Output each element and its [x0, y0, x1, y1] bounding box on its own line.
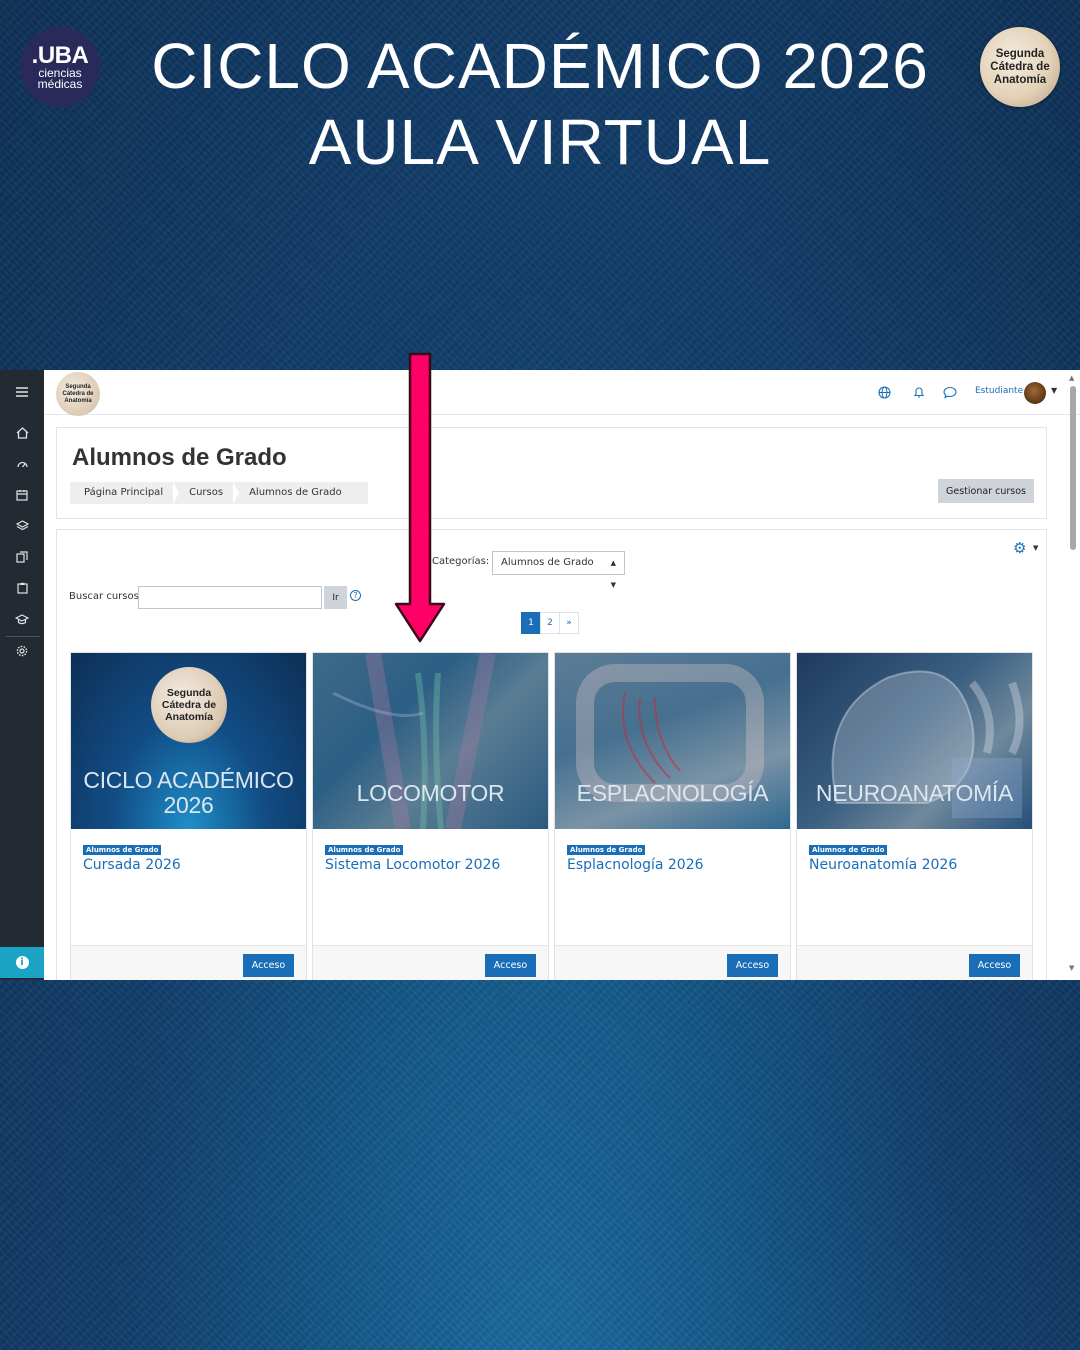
uba-logo-text: .UBA [31, 42, 89, 69]
catedra-badge-line3: Anatomía [993, 73, 1047, 86]
course-image-title: CICLO ACADÉMICO [83, 767, 294, 793]
breadcrumb-courses[interactable]: Cursos [173, 482, 235, 504]
pagination: 1 2 » [521, 612, 579, 634]
category-badge: Alumnos de Grado [83, 845, 162, 855]
select-arrows-icon: ▲ ▼ [610, 559, 616, 589]
breadcrumb-current[interactable]: Alumnos de Grado [233, 482, 354, 504]
settings-gear-icon[interactable]: ⚙ [1013, 539, 1026, 557]
next-page-link[interactable]: » [559, 612, 579, 634]
moodle-screen: i Segunda Cátedra de Anatomía Estudiante… [0, 370, 1080, 980]
poster-title-line2: AULA VIRTUAL [308, 106, 772, 178]
bell-icon[interactable] [909, 383, 929, 401]
access-button[interactable]: Acceso [969, 954, 1020, 977]
pointer-arrow-icon [394, 352, 446, 643]
course-image-title: ESPLACNOLOGÍA [576, 780, 769, 806]
course-name-link[interactable]: Esplacnología 2026 [567, 857, 704, 873]
globe-icon[interactable] [874, 383, 894, 401]
page-title: Alumnos de Grado [72, 444, 287, 471]
page-1-link[interactable]: 1 [521, 612, 541, 634]
course-name-link[interactable]: Neuroanatomía 2026 [809, 857, 957, 873]
access-button[interactable]: Acceso [243, 954, 294, 977]
user-name[interactable]: Estudiante [975, 386, 1023, 396]
search-courses-input[interactable] [138, 586, 322, 609]
access-button[interactable]: Acceso [727, 954, 778, 977]
search-go-button[interactable]: Ir [324, 586, 347, 609]
files-icon[interactable] [0, 546, 44, 568]
chat-icon[interactable] [940, 383, 960, 401]
course-footer: Acceso [71, 945, 306, 980]
info-icon: i [15, 956, 29, 969]
course-card[interactable]: NEUROANATOMÍA Alumnos de Grado Neuroanat… [796, 652, 1033, 980]
category-select-value: Alumnos de Grado [501, 557, 594, 568]
site-logo[interactable]: Segunda Cátedra de Anatomía [56, 372, 100, 416]
page-2-link[interactable]: 2 [540, 612, 560, 634]
catedra-badge-line1: Segunda [995, 47, 1045, 60]
page-scrollbar[interactable]: ▲ ▼ [1066, 374, 1080, 978]
breadcrumb-home[interactable]: Página Principal [70, 482, 175, 504]
site-logo-text: Segunda Cátedra de Anatomía [62, 383, 94, 404]
category-badge: Alumnos de Grado [325, 845, 404, 855]
course-image-year: 2026 [163, 792, 214, 818]
settings-caret-icon[interactable]: ▼ [1033, 544, 1038, 552]
course-image-title: LOCOMOTOR [356, 780, 505, 806]
course-name-link[interactable]: Sistema Locomotor 2026 [325, 857, 500, 873]
course-image-title: NEUROANATOMÍA [815, 780, 1014, 806]
help-icon[interactable]: ? [350, 590, 361, 601]
left-drawer: i [0, 370, 44, 980]
course-image-badge-text: Segunda Cátedra de Anatomía [161, 687, 217, 723]
course-footer: Acceso [313, 945, 548, 980]
layers-icon[interactable] [0, 515, 44, 537]
course-image[interactable]: LOCOMOTOR [313, 653, 548, 829]
course-image[interactable]: NEUROANATOMÍA [797, 653, 1032, 829]
info-button[interactable]: i [0, 947, 44, 978]
catedra-badge-line2: Cátedra de [990, 60, 1050, 73]
navbar: Segunda Cátedra de Anatomía Estudiante ▼ [44, 370, 1080, 416]
calendar-icon[interactable] [0, 484, 44, 506]
course-card[interactable]: Segunda Cátedra de Anatomía CICLO ACADÉM… [70, 652, 307, 980]
course-footer: Acceso [797, 945, 1032, 980]
clipboard-icon[interactable] [0, 577, 44, 599]
user-avatar[interactable] [1024, 382, 1046, 404]
sidebar-divider [6, 636, 40, 637]
manage-courses-button[interactable]: Gestionar cursos [938, 479, 1034, 503]
user-menu-caret-icon[interactable]: ▼ [1051, 386, 1057, 395]
gear-icon[interactable] [0, 640, 44, 662]
course-category-card: ⚙ ▼ Categorías: Alumnos de Grado ▲ ▼ Busc… [56, 529, 1047, 980]
uba-logo-sub2: médicas [37, 77, 83, 91]
course-card[interactable]: ESPLACNOLOGÍA Alumnos de Grado Esplacnol… [554, 652, 791, 980]
dashboard-icon[interactable] [0, 453, 44, 475]
menu-icon[interactable] [0, 381, 44, 403]
access-button[interactable]: Acceso [485, 954, 536, 977]
category-badge: Alumnos de Grado [567, 845, 646, 855]
home-icon[interactable] [0, 422, 44, 444]
course-image[interactable]: Segunda Cátedra de Anatomía CICLO ACADÉM… [71, 653, 306, 829]
breadcrumb: Página Principal Cursos Alumnos de Grado [70, 482, 368, 504]
course-card[interactable]: LOCOMOTOR Alumnos de Grado Sistema Locom… [312, 652, 549, 980]
uba-logo: .UBA ciencias médicas [20, 27, 100, 107]
scroll-down-arrow-icon[interactable]: ▼ [1069, 964, 1074, 972]
poster-title-line1: CICLO ACADÉMICO 2026 [151, 30, 929, 102]
graduation-cap-icon[interactable] [0, 608, 44, 630]
search-courses-label: Buscar cursos [69, 591, 139, 602]
course-image-badge: Segunda Cátedra de Anatomía [151, 667, 227, 743]
course-image[interactable]: ESPLACNOLOGÍA [555, 653, 790, 829]
catedra-badge: Segunda Cátedra de Anatomía [980, 27, 1060, 107]
page-header: Alumnos de Grado Página Principal Cursos… [56, 427, 1047, 519]
category-badge: Alumnos de Grado [809, 845, 888, 855]
course-name-link[interactable]: Cursada 2026 [83, 857, 181, 873]
category-select[interactable]: Alumnos de Grado ▲ ▼ [492, 551, 625, 589]
course-footer: Acceso [555, 945, 790, 980]
scrollbar-thumb[interactable] [1070, 386, 1076, 550]
scroll-up-arrow-icon[interactable]: ▲ [1069, 374, 1074, 382]
